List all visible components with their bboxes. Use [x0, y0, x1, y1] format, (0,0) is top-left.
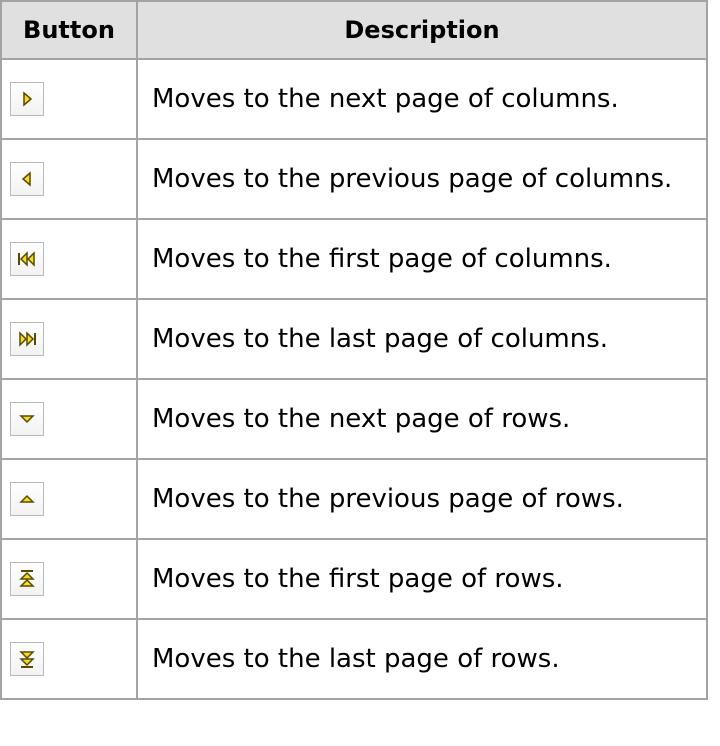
row-description: Moves to the first page of columns. [136, 218, 708, 300]
row-description: Moves to the previous page of columns. [136, 138, 708, 220]
row-description: Moves to the previous page of rows. [136, 458, 708, 540]
row-description: Moves to the next page of columns. [136, 58, 708, 140]
last-page-rows-button[interactable] [10, 642, 44, 676]
first-page-columns-icon [18, 251, 35, 267]
row-description: Moves to the last page of rows. [136, 618, 708, 700]
button-description-table: Button Description Moves to the next pag… [0, 0, 708, 700]
first-page-columns-button[interactable] [10, 242, 44, 276]
previous-page-rows-icon [19, 494, 35, 503]
next-page-rows-button[interactable] [10, 402, 44, 436]
table-row: Moves to the first page of rows. [0, 538, 708, 620]
last-page-columns-button[interactable] [10, 322, 44, 356]
next-page-columns-icon [23, 91, 33, 107]
table-header-row: Button Description [0, 0, 708, 60]
row-description: Moves to the last page of columns. [136, 298, 708, 380]
table-row: Moves to the previous page of rows. [0, 458, 708, 540]
next-page-rows-icon [19, 415, 35, 424]
previous-page-columns-icon [21, 171, 31, 187]
first-page-rows-button[interactable] [10, 562, 44, 596]
table-row: Moves to the last page of rows. [0, 618, 708, 700]
last-page-columns-icon [19, 331, 36, 347]
table-row: Moves to the first page of columns. [0, 218, 708, 300]
first-page-rows-icon [19, 570, 35, 587]
row-description: Moves to the next page of rows. [136, 378, 708, 460]
header-button: Button [0, 0, 138, 60]
previous-page-columns-button[interactable] [10, 162, 44, 196]
table-row: Moves to the previous page of columns. [0, 138, 708, 220]
row-description: Moves to the first page of rows. [136, 538, 708, 620]
table-row: Moves to the next page of columns. [0, 58, 708, 140]
previous-page-rows-button[interactable] [10, 482, 44, 516]
next-page-columns-button[interactable] [10, 82, 44, 116]
last-page-rows-icon [19, 651, 35, 668]
table-row: Moves to the next page of rows. [0, 378, 708, 460]
table-row: Moves to the last page of columns. [0, 298, 708, 380]
header-description: Description [136, 0, 708, 60]
